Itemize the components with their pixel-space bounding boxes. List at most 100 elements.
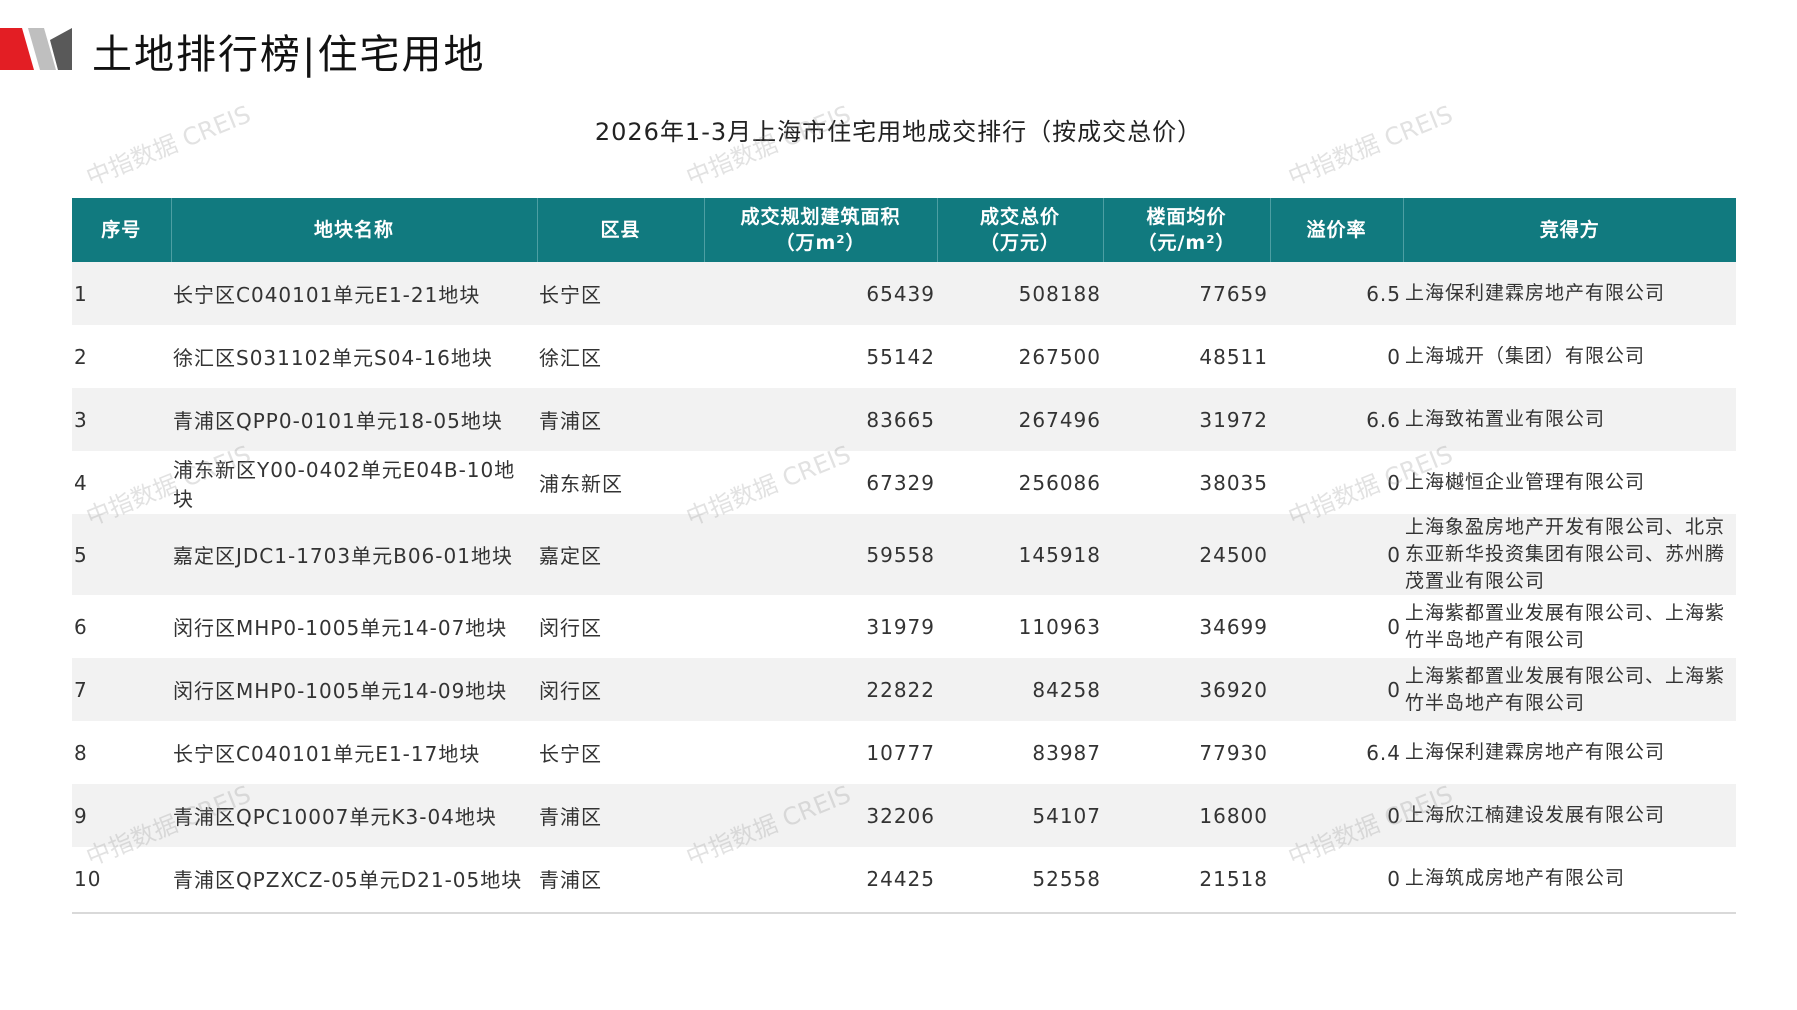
row-district: 长宁区: [537, 721, 704, 784]
row-area: 59558: [704, 514, 937, 595]
table-row: 8 长宁区C040101单元E1-17地块 长宁区 10777 83987 77…: [72, 721, 1736, 784]
row-district: 徐汇区: [537, 325, 704, 388]
header-area-line2: （万m²）: [775, 232, 866, 254]
row-winner: 上海致祐置业有限公司: [1403, 388, 1736, 451]
row-premium-rate: 0: [1270, 595, 1403, 658]
row-plot-name: 青浦区QPC10007单元K3-04地块: [171, 784, 537, 847]
row-premium-rate: 0: [1270, 784, 1403, 847]
page-title: 土地排行榜|住宅用地: [92, 32, 486, 78]
row-area: 24425: [704, 847, 937, 910]
row-total-price: 508188: [937, 262, 1103, 325]
row-unit-price: 36920: [1103, 658, 1270, 721]
header-total-line2: （万元）: [979, 232, 1060, 254]
row-plot-name: 嘉定区JDC1-1703单元B06-01地块: [171, 514, 537, 595]
row-winner: 上海欣江楠建设发展有限公司: [1403, 784, 1736, 847]
row-area: 55142: [704, 325, 937, 388]
table-row: 2 徐汇区S031102单元S04-16地块 徐汇区 55142 267500 …: [72, 325, 1736, 388]
row-premium-rate: 6.4: [1270, 721, 1403, 784]
row-plot-name: 闵行区MHP0-1005单元14-07地块: [171, 595, 537, 658]
row-total-price: 145918: [937, 514, 1103, 595]
row-plot-name: 长宁区C040101单元E1-17地块: [171, 721, 537, 784]
row-area: 31979: [704, 595, 937, 658]
row-premium-rate: 0: [1270, 847, 1403, 910]
row-district: 长宁区: [537, 262, 704, 325]
row-plot-name: 青浦区QPP0-0101单元18-05地块: [171, 388, 537, 451]
header-premium-rate: 溢价率: [1270, 198, 1404, 262]
header-index: 序号: [72, 198, 172, 262]
header-plot-name: 地块名称: [171, 198, 538, 262]
row-unit-price: 77659: [1103, 262, 1270, 325]
row-total-price: 267500: [937, 325, 1103, 388]
row-area: 65439: [704, 262, 937, 325]
row-unit-price: 48511: [1103, 325, 1270, 388]
row-premium-rate: 6.6: [1270, 388, 1403, 451]
row-area: 22822: [704, 658, 937, 721]
header-unit-price: 楼面均价 （元/m²）: [1103, 198, 1271, 262]
row-total-price: 256086: [937, 451, 1103, 514]
row-winner: 上海保利建霖房地产有限公司: [1403, 262, 1736, 325]
row-unit-price: 34699: [1103, 595, 1270, 658]
row-total-price: 267496: [937, 388, 1103, 451]
row-premium-rate: 0: [1270, 451, 1403, 514]
row-unit-price: 31972: [1103, 388, 1270, 451]
row-plot-name: 长宁区C040101单元E1-21地块: [171, 262, 537, 325]
table-row: 6 闵行区MHP0-1005单元14-07地块 闵行区 31979 110963…: [72, 595, 1736, 658]
row-premium-rate: 6.5: [1270, 262, 1403, 325]
row-premium-rate: 0: [1270, 658, 1403, 721]
row-index: 9: [72, 784, 171, 847]
table-row: 5 嘉定区JDC1-1703单元B06-01地块 嘉定区 59558 14591…: [72, 514, 1736, 595]
row-total-price: 84258: [937, 658, 1103, 721]
row-unit-price: 77930: [1103, 721, 1270, 784]
row-area: 67329: [704, 451, 937, 514]
header-district: 区县: [537, 198, 705, 262]
row-premium-rate: 0: [1270, 325, 1403, 388]
header-unit-line1: 楼面均价: [1146, 206, 1227, 228]
header-winner: 竞得方: [1403, 198, 1736, 262]
table-row: 10 青浦区QPZXCZ-05单元D21-05地块 青浦区 24425 5255…: [72, 847, 1736, 910]
row-index: 8: [72, 721, 171, 784]
row-index: 2: [72, 325, 171, 388]
row-unit-price: 16800: [1103, 784, 1270, 847]
table-header-row: 序号 地块名称 区县 成交规划建筑面积 （万m²） 成交总价 （万元） 楼面均价…: [72, 198, 1736, 262]
row-winner: 上海紫都置业发展有限公司、上海紫竹半岛地产有限公司: [1403, 595, 1736, 658]
row-winner: 上海紫都置业发展有限公司、上海紫竹半岛地产有限公司: [1403, 658, 1736, 721]
row-district: 闵行区: [537, 595, 704, 658]
header-unit-line2: （元/m²）: [1137, 232, 1236, 254]
row-winner: 上海城开（集团）有限公司: [1403, 325, 1736, 388]
table-row: 9 青浦区QPC10007单元K3-04地块 青浦区 32206 54107 1…: [72, 784, 1736, 847]
row-winner: 上海筑成房地产有限公司: [1403, 847, 1736, 910]
header-area-line1: 成交规划建筑面积: [740, 206, 901, 228]
brand-logo-icon: [0, 28, 72, 70]
row-index: 7: [72, 658, 171, 721]
land-ranking-table: 序号 地块名称 区县 成交规划建筑面积 （万m²） 成交总价 （万元） 楼面均价…: [72, 198, 1736, 910]
table-row: 7 闵行区MHP0-1005单元14-09地块 闵行区 22822 84258 …: [72, 658, 1736, 721]
table-row: 3 青浦区QPP0-0101单元18-05地块 青浦区 83665 267496…: [72, 388, 1736, 451]
header-total-price: 成交总价 （万元）: [937, 198, 1104, 262]
header-total-line1: 成交总价: [979, 206, 1060, 228]
row-index: 6: [72, 595, 171, 658]
row-total-price: 110963: [937, 595, 1103, 658]
row-district: 青浦区: [537, 388, 704, 451]
row-plot-name: 闵行区MHP0-1005单元14-09地块: [171, 658, 537, 721]
row-unit-price: 38035: [1103, 451, 1270, 514]
row-index: 3: [72, 388, 171, 451]
table-row: 4 浦东新区Y00-0402单元E04B-10地块 浦东新区 67329 256…: [72, 451, 1736, 514]
row-index: 10: [72, 847, 171, 910]
row-area: 32206: [704, 784, 937, 847]
row-district: 青浦区: [537, 784, 704, 847]
row-premium-rate: 0: [1270, 514, 1403, 595]
row-winner: 上海象盈房地产开发有限公司、北京东亚新华投资集团有限公司、苏州腾茂置业有限公司: [1403, 514, 1736, 595]
row-area: 10777: [704, 721, 937, 784]
header-area: 成交规划建筑面积 （万m²）: [704, 198, 938, 262]
row-district: 青浦区: [537, 847, 704, 910]
row-index: 5: [72, 514, 171, 595]
row-district: 浦东新区: [537, 451, 704, 514]
table-bottom-rule: [72, 912, 1736, 914]
row-plot-name: 浦东新区Y00-0402单元E04B-10地块: [171, 451, 537, 514]
row-index: 4: [72, 451, 171, 514]
row-plot-name: 徐汇区S031102单元S04-16地块: [171, 325, 537, 388]
row-total-price: 52558: [937, 847, 1103, 910]
row-district: 嘉定区: [537, 514, 704, 595]
row-winner: 上海樾恒企业管理有限公司: [1403, 451, 1736, 514]
table-row: 1 长宁区C040101单元E1-21地块 长宁区 65439 508188 7…: [72, 262, 1736, 325]
